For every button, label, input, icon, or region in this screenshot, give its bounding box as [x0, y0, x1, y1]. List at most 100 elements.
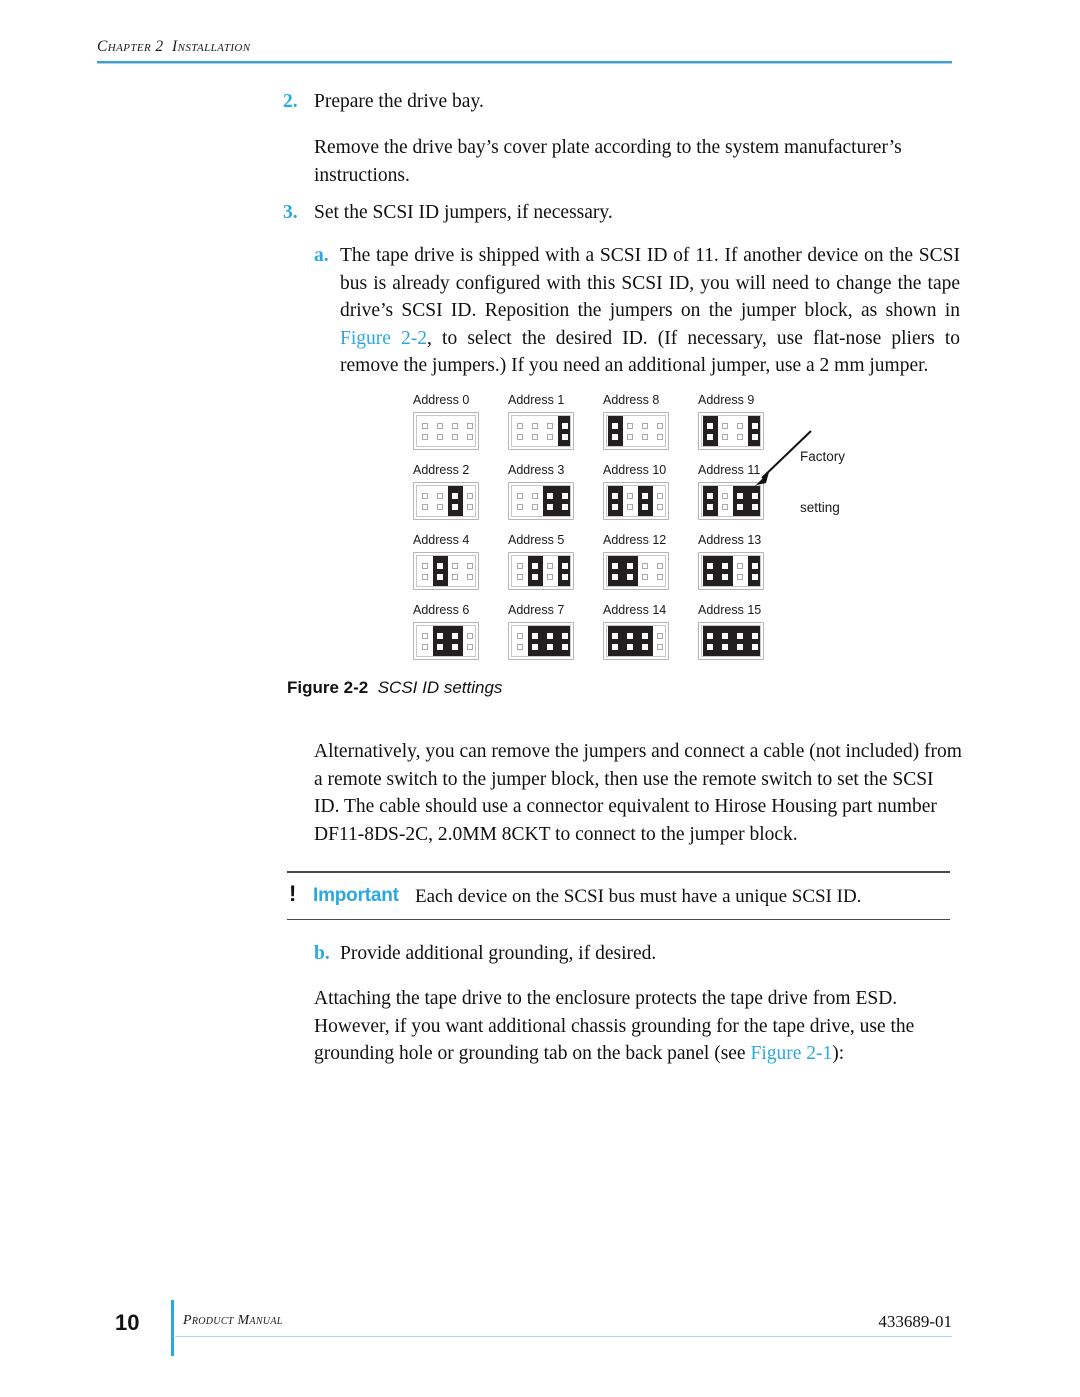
jumper-pin — [452, 493, 458, 499]
jumper — [543, 486, 570, 516]
jumper-pin — [707, 493, 713, 499]
jumper-block-cell: Address 7 — [508, 603, 603, 660]
jumper-block[interactable] — [698, 622, 764, 660]
jumper — [748, 556, 760, 586]
jumper-block-inner — [416, 625, 476, 657]
jumper-pin — [737, 434, 743, 440]
jumper-pin — [422, 563, 428, 569]
jumper-pin — [627, 504, 633, 510]
jumper-block-label: Address 13 — [698, 533, 762, 547]
step-3b-text-after: ): — [832, 1043, 845, 1064]
jumper-pin — [562, 423, 568, 429]
jumper — [703, 416, 718, 446]
jumper-pin — [467, 574, 473, 580]
jumper-pin — [752, 574, 758, 580]
jumper-pin — [642, 563, 648, 569]
jumper-pin — [452, 574, 458, 580]
jumper-block[interactable] — [413, 482, 479, 520]
jumper-pin — [722, 644, 728, 650]
jumper-pin — [422, 574, 428, 580]
jumper-pin — [642, 644, 648, 650]
jumper-block-inner — [416, 415, 476, 447]
jumper-pin — [562, 644, 568, 650]
figure-caption-number: Figure 2-2 — [287, 678, 369, 697]
jumper-pin — [517, 423, 523, 429]
jumper-pin — [532, 563, 538, 569]
step-3b-marker: b. — [314, 943, 330, 964]
jumper-pin — [422, 493, 428, 499]
step-3b-paragraph: Attaching the tape drive to the enclosur… — [314, 985, 964, 1068]
jumper — [433, 556, 448, 586]
jumper-pin — [707, 434, 713, 440]
step-3b-title: Provide additional grounding, if desired… — [340, 943, 657, 964]
jumper-pin — [612, 504, 618, 510]
jumper-pin — [532, 644, 538, 650]
jumper — [608, 626, 653, 656]
jumper-block[interactable] — [698, 552, 764, 590]
jumper-pin — [517, 644, 523, 650]
page-number: 10 — [115, 1310, 140, 1335]
jumper-block-cell: Address 3 — [508, 463, 603, 520]
jumper-block-cell: Address 8 — [603, 393, 698, 450]
jumper-block-label: Address 14 — [603, 603, 667, 617]
jumper-pin — [722, 434, 728, 440]
jumper-block-inner — [606, 415, 666, 447]
jumper-pin — [452, 644, 458, 650]
jumper-pin — [612, 633, 618, 639]
jumper-pin — [517, 574, 523, 580]
jumper-pin — [467, 434, 473, 440]
jumper — [608, 486, 623, 516]
jumper-block[interactable] — [508, 622, 574, 660]
manual-label: Product Manual — [183, 1313, 283, 1328]
jumper-pin — [707, 633, 713, 639]
jumper-pin — [517, 493, 523, 499]
jumper-pin — [562, 574, 568, 580]
jumper-block[interactable] — [413, 412, 479, 450]
jumper-block[interactable] — [508, 482, 574, 520]
jumper-pin — [547, 574, 553, 580]
jumper-block-inner — [511, 625, 571, 657]
jumper-pin — [642, 493, 648, 499]
jumper-pin — [627, 493, 633, 499]
jumper-pin — [627, 574, 633, 580]
jumper-pin — [612, 644, 618, 650]
jumper-block-label: Address 3 — [508, 463, 565, 477]
jumper-pin — [612, 574, 618, 580]
jumper-block[interactable] — [413, 552, 479, 590]
jumper-pin — [642, 633, 648, 639]
jumper-pin — [452, 423, 458, 429]
jumper-pin — [437, 434, 443, 440]
jumper-block[interactable] — [603, 482, 669, 520]
jumper-block-label: Address 12 — [603, 533, 667, 547]
jumper-block-cell: Address 6 — [413, 603, 508, 660]
figure-2-2-link[interactable]: Figure 2-2 — [340, 328, 427, 349]
jumper-block-inner — [606, 625, 666, 657]
jumper-block[interactable] — [603, 412, 669, 450]
jumper-block-inner — [511, 415, 571, 447]
jumper-block-inner — [701, 555, 761, 587]
jumper-pin — [467, 423, 473, 429]
jumper-pin — [722, 574, 728, 580]
jumper-block[interactable] — [603, 552, 669, 590]
figure-2-1-link[interactable]: Figure 2-1 — [750, 1043, 832, 1064]
jumper-pin — [752, 633, 758, 639]
jumper-pin — [437, 633, 443, 639]
step-2-body: Remove the drive bay’s cover plate accor… — [314, 137, 902, 186]
jumper-pin — [422, 644, 428, 650]
jumper-pin — [752, 644, 758, 650]
jumper-pin — [532, 504, 538, 510]
jumper-block[interactable] — [508, 412, 574, 450]
jumper-block-cell: Address 5 — [508, 533, 603, 590]
jumper-pin — [532, 633, 538, 639]
step-3a-text-before: The tape drive is shipped with a SCSI ID… — [340, 245, 960, 321]
jumper-pin — [517, 434, 523, 440]
step-2-title: Prepare the drive bay. — [314, 91, 484, 112]
jumper-block-inner — [701, 625, 761, 657]
jumper-block[interactable] — [413, 622, 479, 660]
jumper-block-label: Address 9 — [698, 393, 755, 407]
jumper-block[interactable] — [508, 552, 574, 590]
header-rule-gray — [97, 63, 952, 64]
jumper-pin — [532, 574, 538, 580]
jumper-block-cell: Address 4 — [413, 533, 508, 590]
jumper-block[interactable] — [603, 622, 669, 660]
